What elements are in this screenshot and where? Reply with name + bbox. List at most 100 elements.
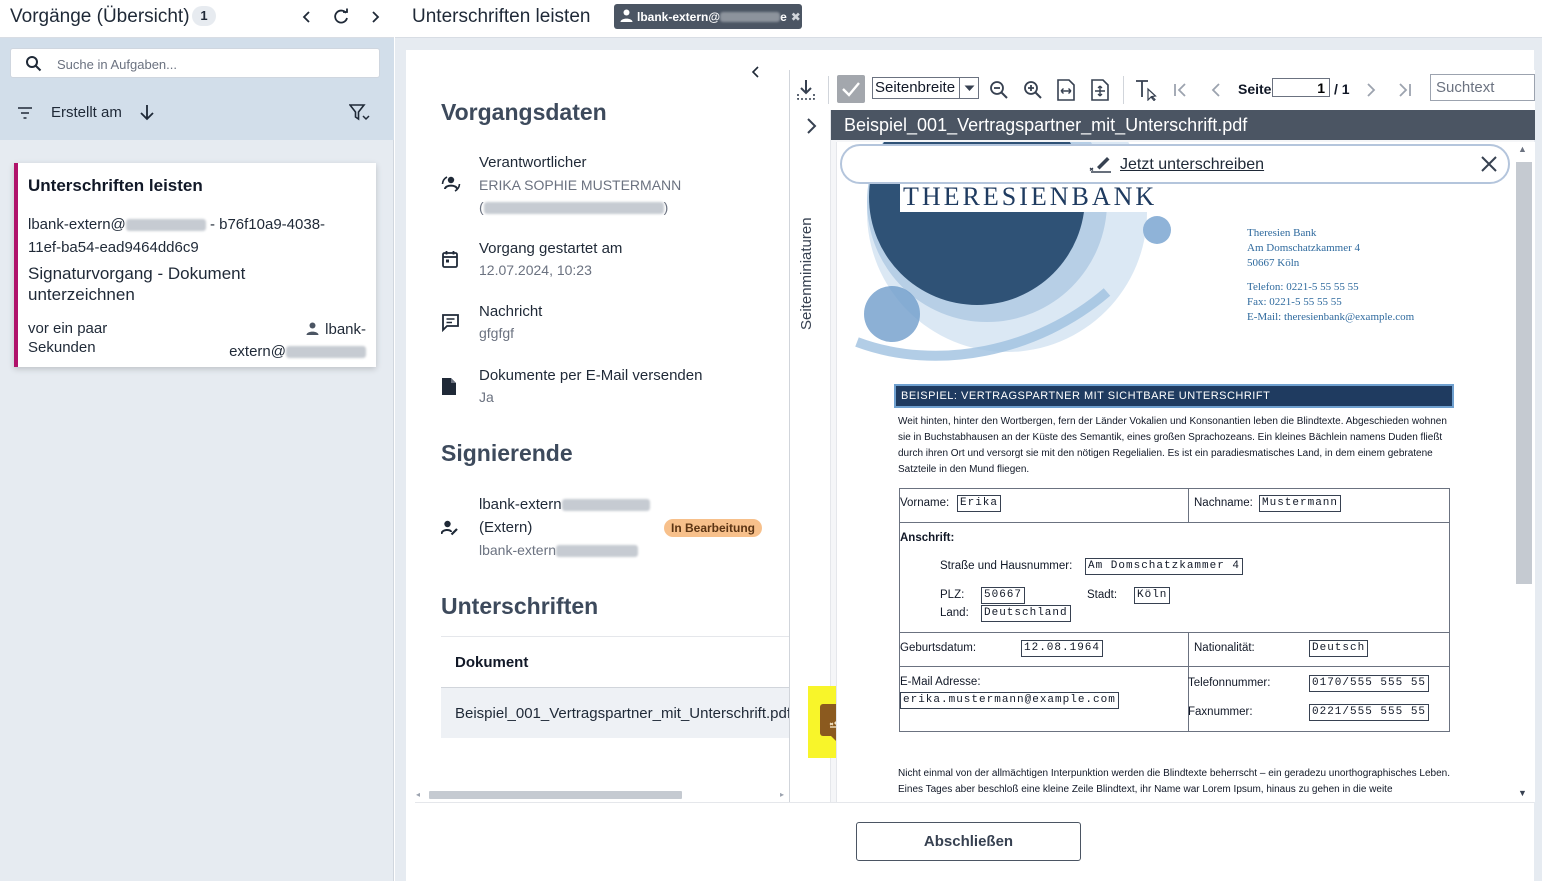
paren-open: ( bbox=[479, 199, 484, 215]
form-field-plz[interactable]: 50667 bbox=[981, 587, 1026, 604]
text-select-icon[interactable] bbox=[1132, 76, 1160, 104]
message-label: Nachricht bbox=[479, 303, 543, 320]
form-field-geburtsdatum[interactable]: 12.08.1964 bbox=[1021, 640, 1104, 657]
form-field-fax[interactable]: 0221/555 555 55 bbox=[1309, 704, 1430, 721]
close-icon[interactable]: ✖ bbox=[791, 10, 801, 24]
signature-pen-icon bbox=[1089, 154, 1113, 179]
redacted-text bbox=[561, 499, 650, 512]
address-line: Am Domschatzkammer 4 bbox=[1247, 242, 1361, 254]
form-label: Vorname: bbox=[900, 497, 950, 509]
scroll-up-icon[interactable]: ▲ bbox=[1518, 144, 1527, 154]
details-column: Vorgangsdaten Verantwortlicher ERIKA SOP… bbox=[406, 50, 789, 802]
zoom-in-icon[interactable] bbox=[1019, 76, 1047, 104]
page-label: Seite bbox=[1238, 81, 1272, 97]
form-field-stadt[interactable]: Köln bbox=[1134, 587, 1171, 604]
form-field-vorname[interactable]: Erika bbox=[957, 495, 1002, 512]
task-card-description: Signaturvorgang - Dokument unterzeichnen bbox=[28, 264, 246, 304]
vertical-scrollbar[interactable]: ▲ ▼ bbox=[1511, 142, 1535, 802]
info-message: Nachricht gfgfgf bbox=[441, 303, 781, 347]
fit-width-icon[interactable] bbox=[1052, 76, 1080, 104]
download-icon[interactable] bbox=[792, 76, 820, 104]
viewer-search-input[interactable] bbox=[1430, 74, 1535, 101]
zoom-out-icon[interactable] bbox=[985, 76, 1013, 104]
scrollbar-thumb[interactable] bbox=[429, 791, 682, 799]
scroll-left-icon[interactable]: ◂ bbox=[416, 790, 420, 799]
document-icon bbox=[441, 377, 461, 397]
form-label: Nachname: bbox=[1194, 497, 1253, 509]
form-label: Geburtsdatum: bbox=[900, 642, 977, 654]
previous-page-icon[interactable] bbox=[1202, 76, 1230, 104]
page-title: Unterschriften leisten bbox=[412, 6, 591, 27]
page-total: / 1 bbox=[1334, 81, 1350, 97]
form-field-strasse[interactable]: Am Domschatzkammer 4 bbox=[1085, 558, 1244, 575]
chevron-right-icon[interactable] bbox=[362, 5, 388, 29]
scroll-right-icon[interactable]: ▸ bbox=[780, 790, 784, 799]
form-row-contact: E-Mail Adresse: erika.mustermann@example… bbox=[900, 667, 1449, 731]
first-page-icon[interactable] bbox=[1167, 76, 1195, 104]
form-label: Telefonnummer: bbox=[1188, 677, 1271, 689]
fit-page-icon[interactable] bbox=[1086, 76, 1114, 104]
arrow-down-icon[interactable] bbox=[139, 104, 155, 126]
form-field-land[interactable]: Deutschland bbox=[981, 605, 1071, 622]
contract-form: Vorname: Erika Nachname: Mustermann Ansc… bbox=[899, 488, 1450, 732]
user-icon bbox=[306, 320, 319, 341]
zoom-select-value: Seitenbreite bbox=[875, 79, 956, 96]
task-card[interactable]: Unterschriften leisten lbank-extern@ - b… bbox=[14, 163, 376, 367]
pdf-viewer: Seitenbreite Seite 1 / 1 Suchtext Seiten… bbox=[789, 70, 1535, 802]
form-label: E-Mail Adresse: bbox=[900, 676, 981, 688]
chevron-right-icon[interactable] bbox=[800, 114, 822, 138]
sort-lines-icon[interactable] bbox=[17, 106, 33, 125]
form-field-nationalitaet[interactable]: Deutsch bbox=[1309, 640, 1369, 657]
task-search-box[interactable] bbox=[10, 48, 380, 78]
toolbar-divider bbox=[828, 76, 829, 104]
task-list-header: Vorgänge (Übersicht) 1 bbox=[0, 0, 394, 38]
footer: Abschließen bbox=[415, 802, 1534, 881]
filter-icon[interactable] bbox=[348, 104, 371, 127]
paren-close: ) bbox=[663, 199, 669, 215]
redacted-text bbox=[556, 545, 639, 558]
page-number-input[interactable] bbox=[1272, 78, 1330, 97]
thumbnails-tab[interactable]: Seitenminiaturen bbox=[798, 217, 815, 330]
next-page-icon[interactable] bbox=[1357, 76, 1385, 104]
toolbar-divider bbox=[1123, 76, 1124, 104]
scrollbar-thumb[interactable] bbox=[1516, 162, 1532, 584]
table-header-dokument: Dokument bbox=[441, 636, 789, 688]
sign-now-link[interactable]: Jetzt unterschreiben bbox=[1120, 156, 1264, 174]
main-panel: Vorgangsdaten Verantwortlicher ERIKA SOP… bbox=[406, 50, 1535, 881]
intro-paragraph: Weit hinten, hinter den Wortbergen, fern… bbox=[898, 416, 1447, 475]
refresh-icon[interactable] bbox=[328, 5, 354, 29]
signatures-table: Dokument Beispiel_001_Vertragspartner_mi… bbox=[441, 636, 789, 738]
started-label: Vorgang gestartet am bbox=[479, 240, 623, 257]
form-label: Anschrift: bbox=[900, 532, 955, 544]
collapse-chevron-icon[interactable] bbox=[746, 62, 766, 82]
filter-bar: Erstellt am bbox=[0, 38, 394, 140]
form-field-email[interactable]: erika.mustermann@example.com bbox=[900, 692, 1119, 709]
form-field-nachname[interactable]: Mustermann bbox=[1259, 495, 1342, 512]
signer-sub: lbank-extern bbox=[479, 542, 639, 558]
pdf-page: THERESIENBANK Theresien Bank Am Domschat… bbox=[836, 142, 1511, 802]
form-row-birth: Geburtsdatum: 12.08.1964 Nationalität: D… bbox=[900, 633, 1449, 667]
last-page-icon[interactable] bbox=[1390, 76, 1418, 104]
scroll-down-icon[interactable]: ▼ bbox=[1518, 788, 1527, 798]
close-icon[interactable] bbox=[1478, 153, 1500, 175]
user-chip[interactable]: lbank-extern@ e ✖ bbox=[614, 4, 802, 29]
table-row[interactable]: Beispiel_001_Vertragspartner_mit_Untersc… bbox=[441, 688, 789, 738]
main-header: Unterschriften leisten lbank-extern@ e ✖ bbox=[395, 0, 1542, 38]
checkmark-icon[interactable] bbox=[837, 75, 865, 103]
form-field-telefon[interactable]: 0170/555 555 55 bbox=[1309, 675, 1430, 692]
person-sync-icon bbox=[441, 174, 461, 194]
sort-field-label[interactable]: Erstellt am bbox=[51, 104, 122, 121]
form-label: Stadt: bbox=[1087, 589, 1118, 601]
task-search-input[interactable] bbox=[57, 55, 357, 73]
sign-now-bar[interactable]: Jetzt unterschreiben bbox=[840, 144, 1510, 184]
form-label: Nationalität: bbox=[1194, 642, 1255, 654]
horizontal-scrollbar[interactable]: ◂ ▸ bbox=[416, 787, 784, 801]
finish-button[interactable]: Abschließen bbox=[856, 822, 1081, 861]
zoom-select[interactable]: Seitenbreite bbox=[872, 77, 979, 99]
chevron-left-icon[interactable] bbox=[294, 5, 320, 29]
form-label: Land: bbox=[940, 607, 969, 619]
form-row-name: Vorname: Erika Nachname: Mustermann bbox=[900, 489, 1449, 523]
address-line: E-Mail: theresienbank@example.com bbox=[1247, 311, 1415, 323]
section-heading-vorgangsdaten: Vorgangsdaten bbox=[441, 99, 607, 125]
thumbnail-rail: Seitenminiaturen bbox=[790, 110, 874, 802]
